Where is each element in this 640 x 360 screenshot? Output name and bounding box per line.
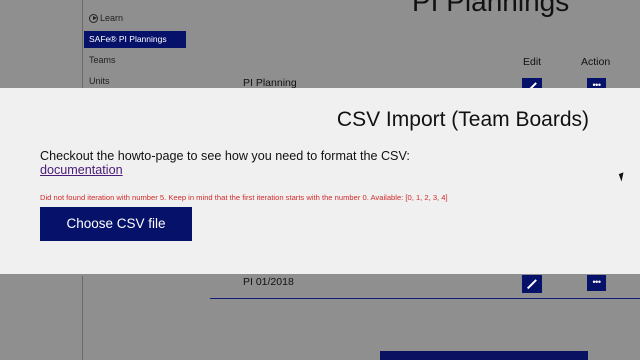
modal-description-text: Checkout the howto-page to see how you n… [40, 149, 410, 163]
sidebar-item-units[interactable]: Units [89, 76, 110, 86]
page-title: PI Plannings [412, 0, 570, 17]
csv-import-modal: CSV Import (Team Boards) Checkout the ho… [0, 88, 640, 274]
table-row-name: PI 01/2018 [243, 276, 294, 288]
sidebar-item-learn[interactable]: Learn [89, 13, 123, 23]
edit-pencil-icon[interactable] [522, 275, 542, 293]
sidebar-divider-lower [82, 276, 83, 360]
play-circle-icon [89, 13, 98, 23]
column-header-action: Action [581, 56, 611, 68]
sidebar-item-teams[interactable]: Teams [89, 55, 116, 65]
modal-title: CSV Import (Team Boards) [336, 108, 589, 131]
modal-description: Checkout the howto-page to see how you n… [40, 149, 410, 177]
bottom-action-button[interactable] [380, 351, 588, 360]
sidebar-item-pi-plannings[interactable]: SAFe® PI Plannings [84, 31, 186, 48]
documentation-link[interactable]: documentation [40, 163, 123, 177]
sidebar-item-label: Learn [100, 13, 124, 23]
choose-csv-file-button[interactable]: Choose CSV file [40, 207, 192, 241]
row-divider [210, 298, 640, 299]
error-message: Did not found iteration with number 5. K… [40, 193, 448, 202]
sidebar-divider [82, 0, 83, 90]
column-header-edit: Edit [523, 56, 542, 68]
more-options-button[interactable]: ••• [587, 275, 606, 291]
